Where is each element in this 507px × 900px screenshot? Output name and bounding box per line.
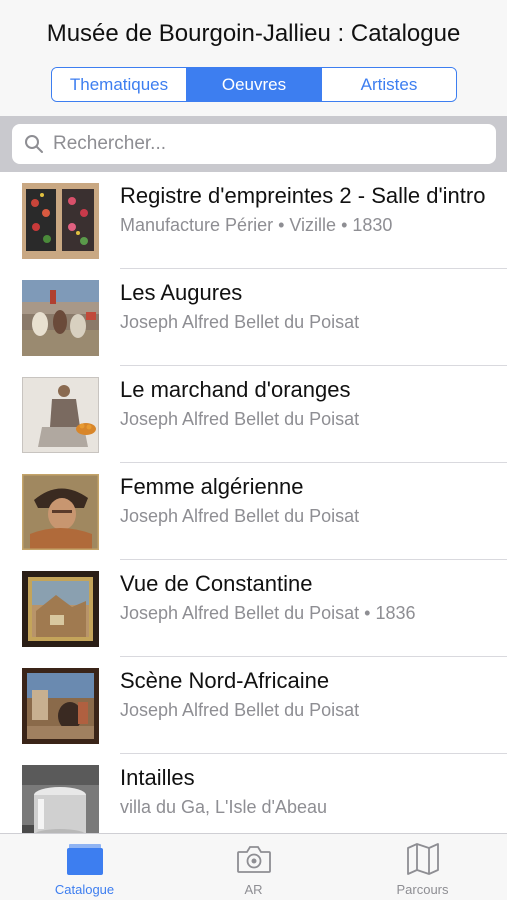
artwork-thumbnail [22,668,99,744]
search-field[interactable] [12,124,496,164]
list-item-subtitle: Joseph Alfred Bellet du Poisat • 1836 [120,603,416,623]
segment-artistes[interactable]: Artistes [322,68,456,101]
tab-label: Catalogue [54,882,115,897]
list-item-title: Intailles [120,765,195,790]
tab-label: AR [244,882,263,897]
list-item-subtitle: Manufacture Périer • Vizille • 1830 [120,215,393,235]
segmented-control: Thematiques Oeuvres Artistes [51,67,457,102]
list-item[interactable]: Intailles villa du Ga, L'Isle d'Abeau [0,754,507,833]
list-item[interactable]: Scène Nord-Africaine Joseph Alfred Belle… [0,657,507,754]
list-item-subtitle: Joseph Alfred Bellet du Poisat [120,409,360,429]
list-item[interactable]: Registre d'empreintes 2 - Salle d'intro … [0,172,507,269]
list-item-text: Scène Nord-Africaine Joseph Alfred Belle… [120,667,493,721]
list-item-title: Vue de Constantine [120,571,313,596]
artwork-thumbnail [22,474,99,550]
list-item-subtitle: Joseph Alfred Bellet du Poisat [120,700,360,720]
list-item-title: Scène Nord-Africaine [120,668,330,693]
artwork-thumbnail [22,183,99,259]
list-item-text: Intailles villa du Ga, L'Isle d'Abeau [120,764,493,818]
list-item-text: Le marchand d'oranges Joseph Alfred Bell… [120,376,493,430]
list-item[interactable]: Les Augures Joseph Alfred Bellet du Pois… [0,269,507,366]
list-item-subtitle: Joseph Alfred Bellet du Poisat [120,312,360,332]
artwork-list: Registre d'empreintes 2 - Salle d'intro … [0,172,507,833]
list-item-subtitle: villa du Ga, L'Isle d'Abeau [120,797,327,817]
tab-bar: Catalogue AR Parcours [0,833,507,900]
list-item-title: Femme algérienne [120,474,304,499]
tab-catalogue[interactable]: Catalogue [0,834,169,900]
camera-icon [236,846,271,873]
artwork-thumbnail [22,571,99,647]
list-item-title: Registre d'empreintes 2 - Salle d'intro [120,183,486,208]
list-item-title: Les Augures [120,280,243,305]
list-item[interactable]: Femme algérienne Joseph Alfred Bellet du… [0,463,507,560]
segment-thematiques[interactable]: Thematiques [52,68,187,101]
artwork-thumbnail [22,765,99,833]
list-item-text: Femme algérienne Joseph Alfred Bellet du… [120,473,493,527]
navigation-bar: Musée de Bourgoin-Jallieu : Catalogue Th… [0,0,507,116]
search-icon [25,135,43,153]
map-icon [406,843,439,875]
tab-label: Parcours [396,882,449,897]
list-item[interactable]: Le marchand d'oranges Joseph Alfred Bell… [0,366,507,463]
artwork-thumbnail [22,280,99,356]
list-item-subtitle: Joseph Alfred Bellet du Poisat [120,506,360,526]
search-input[interactable] [53,133,473,155]
list-item-title: Le marchand d'oranges [120,377,351,402]
page-title: Musée de Bourgoin-Jallieu : Catalogue [46,20,461,47]
search-bar [0,116,507,172]
tab-parcours[interactable]: Parcours [338,834,507,900]
tab-ar[interactable]: AR [169,834,338,900]
catalogue-icon [66,844,103,875]
list-item-text: Registre d'empreintes 2 - Salle d'intro … [120,182,493,236]
list-item[interactable]: Vue de Constantine Joseph Alfred Bellet … [0,560,507,657]
artwork-thumbnail [22,377,99,453]
segment-oeuvres[interactable]: Oeuvres [187,68,322,101]
list-item-text: Les Augures Joseph Alfred Bellet du Pois… [120,279,493,333]
list-item-text: Vue de Constantine Joseph Alfred Bellet … [120,570,493,624]
